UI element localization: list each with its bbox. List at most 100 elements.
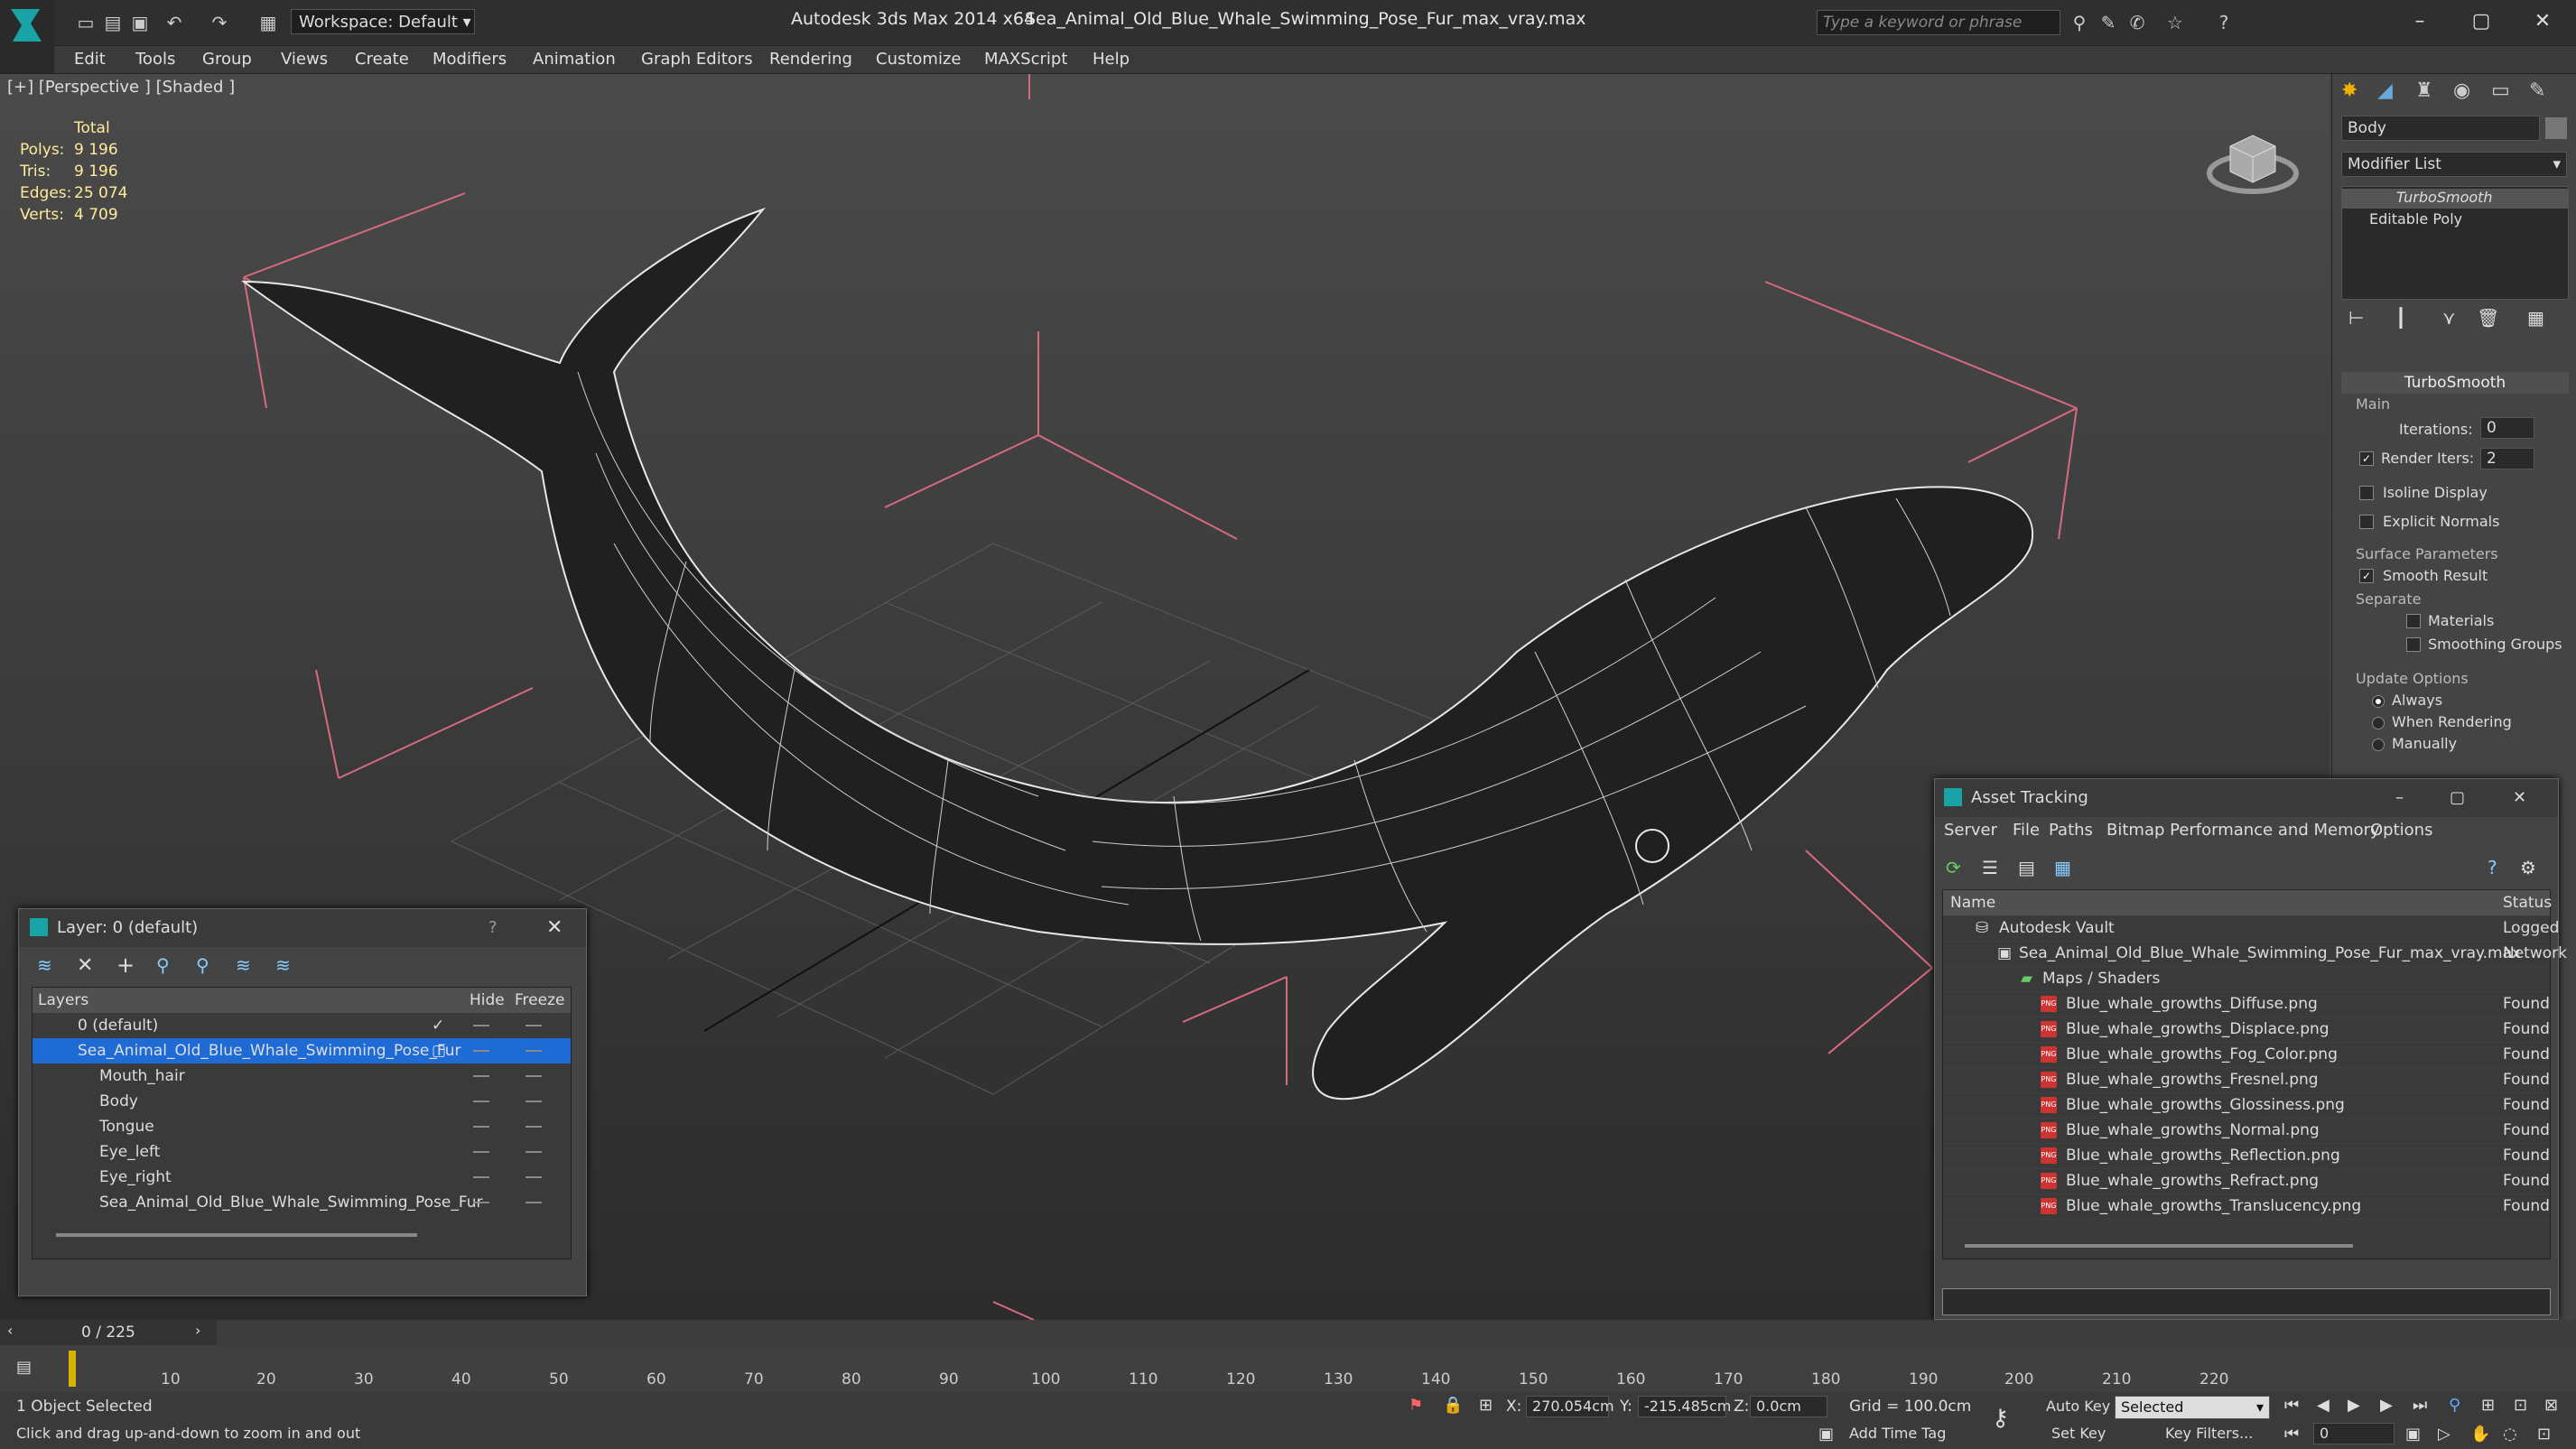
next-frame-icon[interactable]: ▶ — [2380, 1396, 2393, 1415]
remove-modifier-icon[interactable]: 🗑 — [2477, 307, 2499, 329]
asset-row[interactable]: PNG Blue_whale_growths_Diffuse.png Found — [1943, 991, 2550, 1017]
asset-row[interactable]: PNG Blue_whale_growths_Displace.png Found — [1943, 1017, 2550, 1043]
layer-row[interactable]: Body — [33, 1089, 571, 1114]
redo-icon[interactable]: ↷ — [208, 11, 231, 34]
track-bar[interactable]: ▤ 10 20 30 40 50 60 70 80 90 100 110 120… — [0, 1345, 2576, 1392]
menu-create[interactable]: Create — [355, 50, 409, 69]
asset-menu-paths[interactable]: Paths — [2049, 821, 2093, 840]
hierarchy-tab-icon[interactable]: ♜ — [2415, 79, 2433, 102]
project-folder-icon[interactable]: ▦ — [256, 11, 280, 34]
manually-radio[interactable] — [2372, 738, 2385, 751]
set-key-button[interactable]: Set Key — [2051, 1425, 2106, 1442]
set-current-layer-icon[interactable]: ≋ — [236, 954, 251, 976]
time-slider[interactable]: ‹ 0 / 225 › — [0, 1320, 217, 1345]
save-icon[interactable]: ▣ — [128, 11, 152, 34]
isolate-icon[interactable]: ⚑ — [1409, 1396, 1423, 1415]
app-logo-icon[interactable] — [0, 0, 54, 73]
play-icon[interactable]: ▶ — [2348, 1396, 2360, 1415]
col-freeze[interactable]: Freeze — [515, 988, 564, 1013]
maximize-button[interactable]: ▢ — [2454, 5, 2508, 38]
menu-group[interactable]: Group — [202, 50, 252, 69]
layer-window-titlebar[interactable]: Layer: 0 (default) ? ✕ — [19, 909, 586, 947]
z-coord-field[interactable]: 0.0cm — [1750, 1396, 1827, 1417]
layer-row[interactable]: Sea_Animal_Old_Blue_Whale_Swimming_Pose_… — [33, 1190, 571, 1215]
always-radio[interactable] — [2372, 695, 2385, 708]
menu-help[interactable]: Help — [1093, 50, 1130, 69]
show-end-result-icon[interactable]: ┃ — [2395, 307, 2406, 329]
zoom-extents-icon[interactable]: ⊡ — [2514, 1396, 2527, 1415]
close-button[interactable]: ✕ — [2516, 5, 2570, 38]
workspace-dropdown[interactable]: Workspace: Default ▾ — [291, 9, 475, 34]
layer-row[interactable]: Eye_right — [33, 1165, 571, 1190]
go-to-start-icon[interactable]: ⏮ — [2284, 1396, 2299, 1415]
asset-horizontal-scrollbar[interactable] — [1965, 1244, 2353, 1248]
table-view-icon[interactable]: ▦ — [2054, 857, 2071, 878]
layer-help-button[interactable]: ? — [488, 909, 498, 947]
delete-layer-icon[interactable]: ✕ — [77, 954, 93, 977]
asset-row[interactable]: ⛁ Autodesk Vault Logged — [1943, 915, 2559, 942]
motion-tab-icon[interactable]: ◉ — [2453, 79, 2470, 102]
layers-icon[interactable]: ≋ — [37, 954, 52, 976]
menu-rendering[interactable]: Rendering — [769, 50, 852, 69]
object-name-field[interactable]: Body — [2341, 116, 2540, 141]
zoom-icon[interactable]: ⚲ — [2449, 1396, 2460, 1415]
asset-row[interactable]: PNG Blue_whale_growths_Reflection.png Foun… — [1943, 1143, 2550, 1169]
stack-item-editable-poly[interactable]: Editable Poly — [2342, 210, 2568, 230]
asset-menu-options[interactable]: Options — [2370, 821, 2432, 840]
pan-icon[interactable]: ✋ — [2470, 1425, 2490, 1444]
select-highlighted-icon[interactable]: ⚲ — [156, 954, 170, 976]
display-tab-icon[interactable]: ▭ — [2491, 79, 2510, 102]
layer-row[interactable]: Eye_left — [33, 1139, 571, 1165]
prev-frame-icon[interactable]: ◀ — [2317, 1396, 2330, 1415]
menu-modifiers[interactable]: Modifiers — [432, 50, 507, 69]
smooth-result-checkbox[interactable]: ✓ — [2359, 569, 2374, 583]
iterations-spinner[interactable]: 0 — [2480, 417, 2534, 439]
time-marker[interactable] — [69, 1351, 76, 1387]
help-icon[interactable]: ? — [2212, 11, 2236, 34]
maximize-viewport-icon[interactable]: ⊡ — [2537, 1425, 2551, 1444]
current-frame-field[interactable]: 0 — [2313, 1423, 2395, 1444]
track-bar-icon[interactable]: ▤ — [16, 1358, 32, 1377]
asset-row[interactable]: ▣ Sea_Animal_Old_Blue_Whale_Swimming_Pose… — [1943, 941, 2567, 967]
favorites-icon[interactable]: ☆ — [2163, 11, 2187, 34]
asset-row[interactable]: PNG Blue_whale_growths_Glossiness.png Foun… — [1943, 1092, 2550, 1119]
asset-row[interactable]: PNG Blue_whale_growths_Fresnel.png Found — [1943, 1067, 2550, 1093]
minimize-button[interactable]: – — [2393, 5, 2447, 38]
auto-key-button[interactable]: Auto Key — [2046, 1398, 2110, 1415]
open-file-icon[interactable]: ▤ — [101, 11, 125, 34]
asset-minimize-button[interactable]: – — [2395, 779, 2404, 817]
isoline-checkbox[interactable] — [2359, 486, 2374, 500]
binoculars-icon[interactable]: ⚲ — [2068, 11, 2091, 34]
key-mode-icon[interactable]: ⏮ — [2284, 1425, 2299, 1444]
asset-close-icon[interactable]: ✕ — [2513, 779, 2526, 817]
smoothing-groups-checkbox[interactable] — [2406, 637, 2421, 652]
undo-icon[interactable]: ↶ — [163, 11, 186, 34]
layer-horizontal-scrollbar[interactable] — [56, 1233, 417, 1237]
x-coord-field[interactable]: 270.054cm — [1526, 1396, 1614, 1417]
modifier-list-dropdown[interactable]: Modifier List ▾ — [2341, 152, 2567, 177]
selection-set-dropdown[interactable]: Selected ▾ — [2115, 1396, 2270, 1419]
time-tag-icon[interactable]: ▣ — [1818, 1425, 1834, 1444]
time-slider-prev-icon[interactable]: ‹ — [7, 1322, 13, 1339]
utilities-tab-icon[interactable]: ✎ — [2529, 79, 2545, 102]
refresh-icon[interactable]: ⟳ — [1946, 857, 1961, 878]
zoom-all-icon[interactable]: ⊞ — [2481, 1396, 2495, 1415]
render-iters-spinner[interactable]: 2 — [2480, 448, 2534, 469]
asset-row[interactable]: PNG Blue_whale_growths_Translucency.png Fo… — [1943, 1194, 2550, 1220]
menu-views[interactable]: Views — [281, 50, 328, 69]
asset-menu-file[interactable]: File — [2013, 821, 2040, 840]
configure-sets-icon[interactable]: ▦ — [2527, 307, 2544, 329]
set-current-box-icon[interactable]: ▢ — [432, 1038, 446, 1064]
orbit-icon[interactable]: ◌ — [2503, 1425, 2517, 1444]
menu-maxscript[interactable]: MAXScript — [984, 50, 1067, 69]
asset-row[interactable]: PNG Blue_whale_growths_Refract.png Found — [1943, 1168, 2550, 1194]
materials-checkbox[interactable] — [2406, 614, 2421, 628]
col-status[interactable]: Status — [2503, 890, 2552, 915]
asset-settings-icon[interactable]: ⚙ — [2520, 857, 2536, 878]
new-file-icon[interactable]: ▭ — [74, 11, 98, 34]
field-of-view-icon[interactable]: ▷ — [2438, 1425, 2450, 1444]
col-layers[interactable]: Layers — [38, 988, 88, 1013]
list-view-icon[interactable]: ☰ — [1982, 857, 1998, 878]
asset-menu-bitmap-performance[interactable]: Bitmap Performance and Memory — [2106, 821, 2380, 840]
asset-help-icon[interactable]: ? — [2488, 857, 2497, 878]
